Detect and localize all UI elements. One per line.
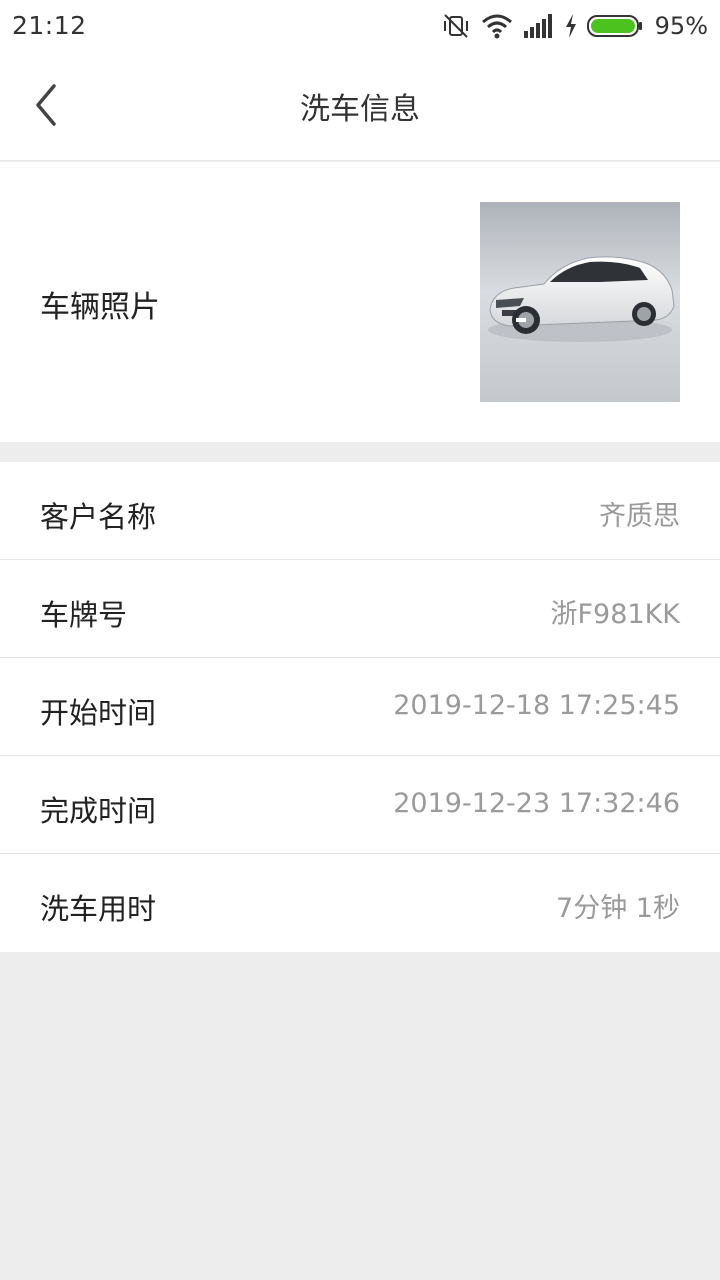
info-row-duration: 洗车用时 7分钟 1秒 (0, 854, 720, 952)
vehicle-photo[interactable] (480, 202, 680, 402)
info-row-customer-name: 客户名称 齐质思 (0, 462, 720, 560)
status-bar: 21:12 95% (0, 0, 720, 52)
info-row-label: 洗车用时 (40, 892, 157, 926)
info-row-value: 浙F981KK (550, 599, 680, 630)
info-row-value: 2019-12-18 17:25:45 (393, 690, 680, 721)
info-row-finish-time: 完成时间 2019-12-23 17:32:46 (0, 756, 720, 854)
battery-percent: 95% (654, 12, 708, 40)
info-row-label: 开始时间 (40, 696, 157, 730)
info-row-value: 齐质思 (599, 501, 680, 532)
info-row-label: 车牌号 (40, 598, 128, 632)
vehicle-photo-row: 车辆照片 (0, 162, 720, 442)
info-row-value: 2019-12-23 17:32:46 (393, 788, 680, 819)
charging-bolt-icon (565, 14, 577, 38)
signal-icon (523, 13, 555, 39)
info-row-label: 客户名称 (40, 500, 157, 534)
wash-info-list: 客户名称 齐质思 车牌号 浙F981KK 开始时间 2019-12-18 17:… (0, 462, 720, 952)
vehicle-photo-label: 车辆照片 (40, 290, 160, 325)
info-row-label: 完成时间 (40, 794, 157, 828)
page-title: 洗车信息 (300, 92, 420, 127)
info-row-start-time: 开始时间 2019-12-18 17:25:45 (0, 658, 720, 756)
nav-bar: 洗车信息 (0, 52, 720, 161)
battery-icon (586, 14, 643, 38)
wifi-icon (481, 13, 513, 39)
status-icons: 95% (441, 10, 708, 42)
info-row-plate-number: 车牌号 浙F981KK (0, 560, 720, 658)
info-row-value: 7分钟 1秒 (556, 893, 680, 924)
vibrate-off-icon (441, 12, 471, 40)
status-time: 21:12 (12, 11, 87, 40)
